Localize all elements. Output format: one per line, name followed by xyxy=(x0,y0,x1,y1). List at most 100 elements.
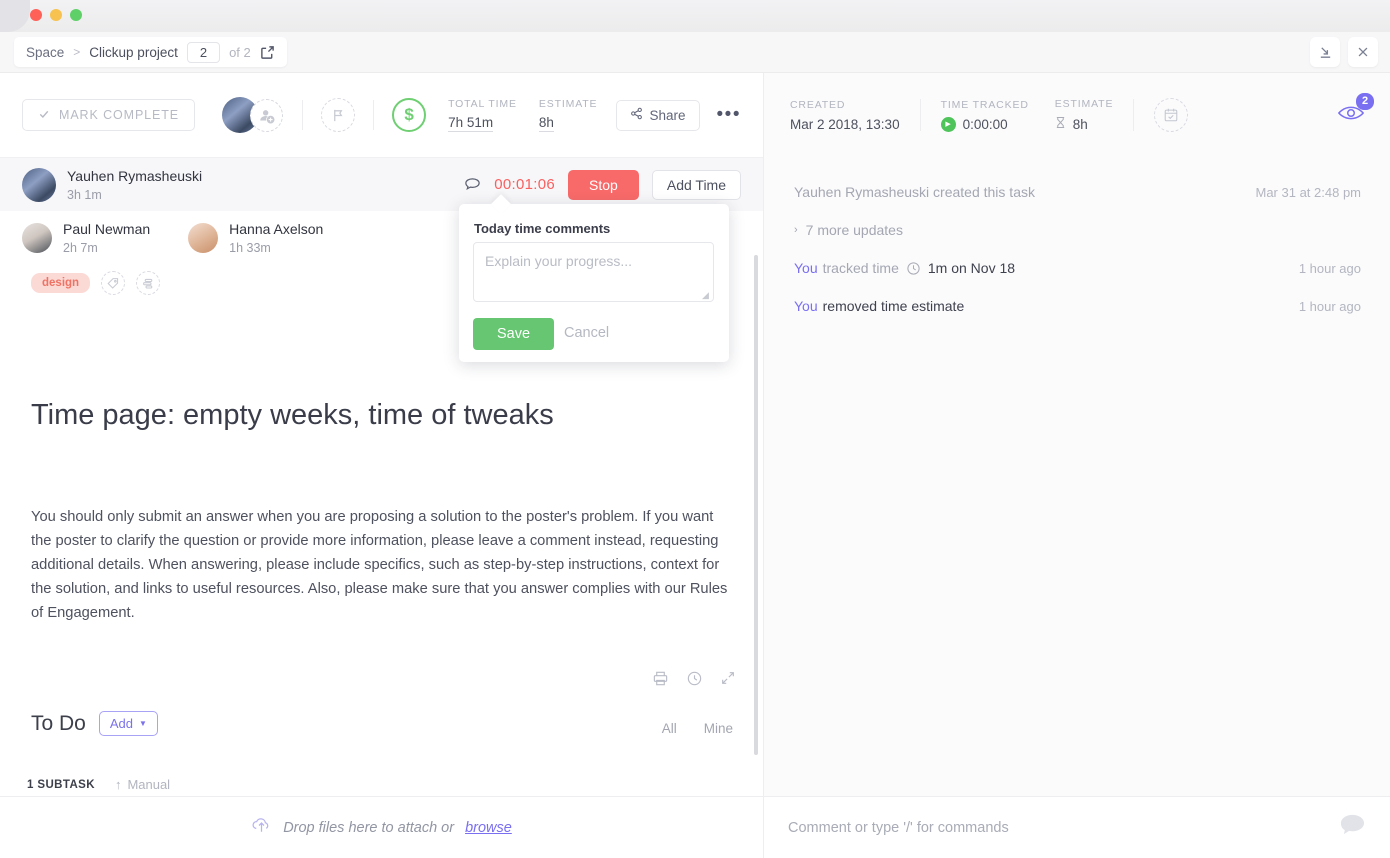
details-divider-2 xyxy=(1133,99,1134,131)
check-icon xyxy=(38,108,50,123)
task-index-input[interactable]: 2 xyxy=(187,42,220,63)
toolbar-divider-2 xyxy=(373,100,374,130)
task-description[interactable]: You should only submit an answer when yo… xyxy=(31,505,733,625)
subtask-count: 1 SUBTASK xyxy=(27,779,95,791)
window-minimize-button[interactable] xyxy=(50,9,62,21)
task-toolbar: MARK COMPLETE $ TOTA xyxy=(0,73,763,157)
share-label: Share xyxy=(650,108,686,123)
estimate-label: ESTIMATE xyxy=(539,98,598,110)
estimate-value[interactable]: 8h xyxy=(539,115,554,132)
collapse-down-icon[interactable] xyxy=(1310,37,1340,67)
avatar[interactable] xyxy=(22,168,56,202)
history-icon[interactable] xyxy=(686,670,703,692)
time-tracked-label: TIME TRACKED xyxy=(941,99,1029,111)
page-title[interactable]: Time page: empty weeks, time of tweaks xyxy=(31,393,731,437)
clock-icon xyxy=(906,261,921,276)
cancel-button[interactable]: Cancel xyxy=(564,325,609,341)
flag-icon[interactable] xyxy=(321,98,355,132)
stop-timer-button[interactable]: Stop xyxy=(568,170,639,200)
window-controls[interactable] xyxy=(30,9,82,21)
add-time-button[interactable]: Add Time xyxy=(652,170,741,200)
mark-complete-button[interactable]: MARK COMPLETE xyxy=(22,99,195,131)
titlebar-corner xyxy=(0,0,30,32)
description-actions xyxy=(652,670,736,692)
window-action-buttons xyxy=(1310,37,1378,67)
share-icon xyxy=(630,107,643,123)
expand-icon[interactable] xyxy=(720,670,736,692)
estimate-stat: ESTIMATE 8h xyxy=(539,98,598,132)
chevron-down-icon: ▼ xyxy=(139,719,147,728)
save-button[interactable]: Save xyxy=(473,318,554,350)
toolbar-divider xyxy=(302,100,303,130)
dollar-icon[interactable]: $ xyxy=(392,98,426,132)
eye-icon xyxy=(1337,111,1365,128)
avatar[interactable] xyxy=(188,223,218,253)
comment-bar[interactable]: Comment or type '/' for commands xyxy=(763,796,1390,858)
total-time-label: TOTAL TIME xyxy=(448,98,517,110)
running-timer-value: 00:01:06 xyxy=(494,176,555,193)
breadcrumb-project[interactable]: Clickup project xyxy=(89,45,178,60)
add-subtask-label: Add xyxy=(110,716,133,731)
task-detail-window: Space > Clickup project 2 of 2 xyxy=(0,0,1390,858)
tag-icon[interactable] xyxy=(101,271,125,295)
print-icon[interactable] xyxy=(652,670,669,692)
filter-all[interactable]: All xyxy=(662,721,677,736)
sort-manual-button[interactable]: ↑ Manual xyxy=(115,777,170,792)
activity-item: You tracked time 1m on Nov 18 1 hour ago xyxy=(794,249,1361,287)
task-main-pane: MARK COMPLETE $ TOTA xyxy=(0,73,763,858)
filter-mine[interactable]: Mine xyxy=(704,721,733,736)
created-stat: CREATED Mar 2 2018, 13:30 xyxy=(790,99,900,132)
breadcrumb-space[interactable]: Space xyxy=(26,45,64,60)
popover-title: Today time comments xyxy=(474,221,610,236)
activity-actor[interactable]: You xyxy=(794,260,818,276)
active-user-name: Yauhen Rymasheuski xyxy=(67,168,202,184)
comment-bubble-icon[interactable] xyxy=(464,176,481,193)
time-user-row[interactable]: Paul Newman 2h 7m xyxy=(22,221,150,255)
add-subtask-button[interactable]: Add ▼ xyxy=(99,711,158,736)
created-value: Mar 2 2018, 13:30 xyxy=(790,117,900,132)
time-user-name: Paul Newman xyxy=(63,221,150,237)
more-updates-label: 7 more updates xyxy=(806,222,903,238)
ellipsis-icon[interactable]: ••• xyxy=(717,104,741,126)
details-estimate-stat: ESTIMATE 8h xyxy=(1055,98,1114,132)
calendar-icon[interactable] xyxy=(1154,98,1188,132)
more-updates-toggle[interactable]: › 7 more updates xyxy=(794,211,1361,249)
open-external-icon[interactable] xyxy=(260,45,275,60)
comment-icon[interactable] xyxy=(1339,813,1366,843)
resize-handle-icon[interactable]: ◢ xyxy=(702,290,709,301)
dependency-icon[interactable] xyxy=(136,271,160,295)
time-user-row[interactable]: Hanna Axelson 1h 33m xyxy=(188,221,323,255)
breadcrumb: Space > Clickup project 2 of 2 xyxy=(14,37,287,67)
file-drop-bar[interactable]: Drop files here to attach or browse xyxy=(0,796,763,858)
total-time-value[interactable]: 7h 51m xyxy=(448,115,493,132)
avatar[interactable] xyxy=(22,223,52,253)
watchers-button[interactable]: 2 xyxy=(1337,102,1365,129)
add-person-icon[interactable] xyxy=(250,99,283,132)
upload-cloud-icon xyxy=(251,815,272,841)
arrow-up-icon: ↑ xyxy=(115,777,122,792)
details-estimate-row[interactable]: 8h xyxy=(1055,116,1114,132)
task-details-pane: CREATED Mar 2 2018, 13:30 TIME TRACKED ▶… xyxy=(763,73,1390,858)
time-comment-input[interactable] xyxy=(473,242,714,302)
window-maximize-button[interactable] xyxy=(70,9,82,21)
share-button[interactable]: Share xyxy=(616,100,700,131)
window-titlebar xyxy=(0,0,1390,32)
browse-link[interactable]: browse xyxy=(465,820,512,836)
activity-time: Mar 31 at 2:48 pm xyxy=(1256,185,1362,200)
scrollbar[interactable] xyxy=(754,255,758,755)
tag-design[interactable]: design xyxy=(31,273,90,293)
comment-input[interactable]: Comment or type '/' for commands xyxy=(788,820,1009,836)
close-icon[interactable] xyxy=(1348,37,1378,67)
details-estimate-value: 8h xyxy=(1073,117,1088,132)
details-estimate-label: ESTIMATE xyxy=(1055,98,1114,110)
time-comment-popover: Today time comments ◢ Save Cancel xyxy=(459,204,729,362)
window-close-button[interactable] xyxy=(30,9,42,21)
time-user-name: Hanna Axelson xyxy=(229,221,323,237)
activity-text: Yauhen Rymasheuski created this task xyxy=(794,184,1035,200)
activity-actor[interactable]: You xyxy=(794,298,818,314)
details-divider xyxy=(920,99,921,131)
sort-label: Manual xyxy=(127,777,170,792)
todo-title: To Do xyxy=(31,712,86,736)
play-icon[interactable]: ▶ xyxy=(941,117,956,132)
time-tracked-row[interactable]: ▶ 0:00:00 xyxy=(941,117,1029,132)
